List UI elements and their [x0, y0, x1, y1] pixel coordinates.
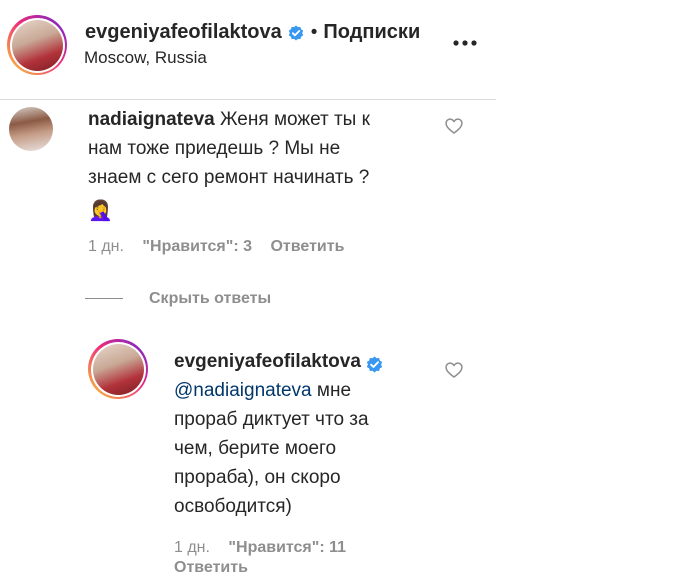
header-username[interactable]: evgeniyafeofilaktova — [85, 21, 282, 44]
comment-meta: 1 дн. "Нравится": 3 Ответить — [88, 238, 344, 256]
reply-meta: 1 дн. "Нравится": 11 — [174, 539, 346, 557]
reply-text-line-2: прораб диктует что за — [174, 409, 369, 430]
reply-reply-button[interactable]: Ответить — [174, 559, 248, 577]
reply-text-line-4: прораба), он скоро — [174, 467, 341, 488]
comment-text-line-2: нам тоже приедешь ? Мы не — [88, 138, 341, 159]
avatar-photo — [92, 343, 144, 395]
comment-reply-button[interactable]: Ответить — [270, 238, 344, 255]
reply-text-line-3: чем, берите моего — [174, 438, 337, 459]
header-location[interactable]: Moscow, Russia — [84, 48, 207, 68]
follow-status-button[interactable]: Подписки — [323, 21, 420, 44]
verified-badge-icon — [288, 25, 304, 41]
verified-badge-icon — [366, 353, 383, 373]
header-avatar[interactable] — [7, 15, 67, 75]
heart-icon[interactable] — [444, 116, 464, 136]
header-separator: • — [310, 21, 318, 43]
heart-icon[interactable] — [444, 360, 464, 380]
replies-line — [85, 298, 123, 299]
reply-username[interactable]: evgeniyafeofilaktova — [174, 347, 361, 376]
comment-body: nadiaignateva Женя может ты к нам тоже п… — [88, 105, 428, 228]
comment-text-line-3: знаем с сего ремонт начинать ? — [88, 167, 370, 188]
header-title-row: evgeniyafeofilaktova • Подписки — [85, 21, 420, 44]
comment-likes[interactable]: "Нравится": 3 — [142, 238, 252, 255]
more-options-icon[interactable] — [452, 36, 478, 48]
avatar-photo — [11, 19, 63, 71]
facepalm-emoji: 🤦‍♀️ — [88, 198, 113, 222]
commenter-avatar[interactable] — [9, 107, 53, 151]
hide-replies-button[interactable]: Скрыть ответы — [149, 290, 271, 308]
reply-text-line-1: мне — [311, 380, 352, 401]
reply-time[interactable]: 1 дн. — [174, 539, 210, 556]
header-divider — [0, 99, 496, 100]
reply-avatar[interactable] — [88, 339, 148, 399]
reply-likes[interactable]: "Нравится": 11 — [228, 539, 346, 556]
reply-mention-link[interactable]: @nadiaignateva — [174, 380, 312, 401]
comment-username[interactable]: nadiaignateva — [88, 109, 215, 130]
reply-body: evgeniyafeofilaktova @nadiaignateva мне … — [174, 347, 434, 521]
comment-time[interactable]: 1 дн. — [88, 238, 124, 255]
comment-text-line-1: Женя может ты к — [220, 109, 370, 130]
reply-text-line-5: освободится) — [174, 496, 292, 517]
